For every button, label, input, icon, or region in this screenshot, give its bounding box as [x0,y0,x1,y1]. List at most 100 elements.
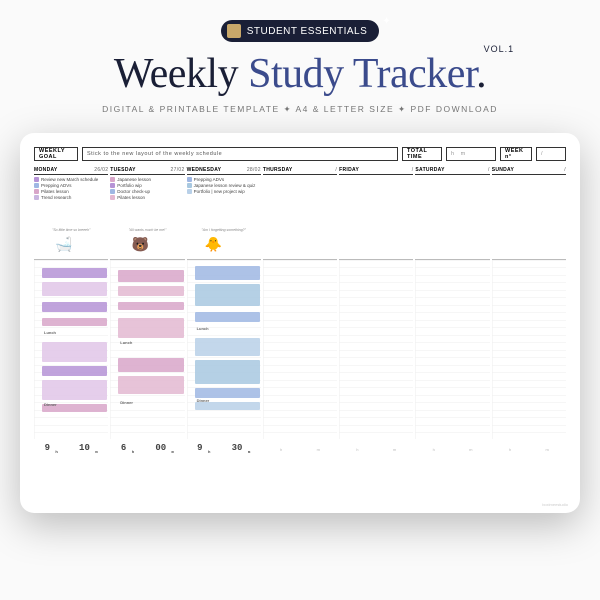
task-text: Portfolio wip [117,183,142,188]
time-block [195,388,260,398]
sticker-icon: 🐥 [202,232,226,256]
day-column: SUNDAY/hm [492,167,566,455]
quote-text: "All wants much be me!" [129,228,167,232]
week-number-label: WEEK n° [500,147,532,161]
meal-label: Lunch [44,330,56,335]
day-column: FRIDAY/hm [339,167,413,455]
student-essentials-badge: STUDENT ESSENTIALS ✦ [221,20,380,42]
task-checkbox [34,189,39,194]
meal-label: Lunch [120,340,132,345]
task-text: Pilates lesson [117,195,145,200]
title-weekly: Weekly [114,51,248,97]
time-grid: Lunch Dinner [34,259,108,439]
hours-total: 9 h [197,443,210,455]
sticker-area: "So little time so breeeh"🛁 [34,227,108,257]
minutes-total: 30 m [232,443,251,455]
task-checkbox [34,183,39,188]
task-list [415,177,489,227]
time-block [118,286,183,296]
day-header: FRIDAY/ [339,167,413,175]
task-item: Portfolio wip [110,183,184,188]
task-checkbox [110,189,115,194]
day-total: 9 h 10 m [34,443,108,455]
task-list [263,177,337,227]
day-total: hm [415,447,489,452]
minutes-total: 00 m [155,443,174,455]
task-checkbox [187,177,192,182]
total-time-label: TOTAL TIME [402,147,442,161]
task-checkbox [110,177,115,182]
total-time-value: h m [446,147,496,161]
quote-text: "So little time so breeeh" [52,228,90,232]
planner-sheet: WEEKLY GOAL Stick to the new layout of t… [20,133,580,513]
day-name: TUESDAY [110,167,136,173]
meal-label: Dinner [120,400,133,405]
task-checkbox [187,183,192,188]
day-date: / [564,167,566,173]
day-column: THURSDAY/hm [263,167,337,455]
time-block [42,380,107,400]
time-grid: Lunch Dinner [187,259,261,439]
day-column: TUESDAY27/02Japanese lessonPortfolio wip… [110,167,184,455]
backpack-icon [227,24,241,38]
task-text: Review new March schedule [41,177,98,182]
day-name: MONDAY [34,167,58,173]
time-block [118,318,183,338]
day-total: hm [339,447,413,452]
task-text: Japanese lesson review & quiz [194,183,256,188]
task-item: Portfolio | new project wip [187,189,261,194]
week-number-value: / [536,147,566,161]
time-grid [415,259,489,439]
day-column: SATURDAY / hm [415,167,489,455]
task-text: Trend research [41,195,71,200]
quote-text: "Am I forgetting something?" [202,228,246,232]
task-text: Prepping ADVs [194,177,225,182]
meal-label: Dinner [197,398,210,403]
task-list [339,177,413,227]
meal-label: Dinner [44,402,57,407]
task-list: Japanese lessonPortfolio wipDoctor check… [110,177,184,227]
task-item: Prepping ADVs [34,183,108,188]
time-block [42,302,107,312]
task-item: Prepping ADVs [187,177,261,182]
time-block [42,268,107,278]
sticker-icon: 🛁 [52,232,76,256]
title-dot: . [476,51,486,97]
time-block [195,312,260,322]
day-total: 9 h 30 m [187,443,261,455]
time-grid [339,259,413,439]
time-block [195,402,260,410]
task-item: Trend research [34,195,108,200]
hours-total: 6 h [121,443,134,455]
time-block [42,342,107,362]
day-column: MONDAY26/02 Review new March schedulePrep… [34,167,108,455]
time-block [42,282,107,296]
day-header: WEDNESDAY28/02 [187,167,261,175]
time-block [195,360,260,384]
time-block [195,266,260,280]
weekly-goal-label: WEEKLY GOAL [34,147,78,161]
day-header: MONDAY26/02 [34,167,108,175]
header-row: WEEKLY GOAL Stick to the new layout of t… [34,147,566,161]
day-date: 28/02 [247,167,261,173]
task-checkbox [34,177,39,182]
time-block [118,270,183,282]
day-name: SATURDAY [415,167,444,173]
task-item: Japanese lesson [110,177,184,182]
task-checkbox [34,195,39,200]
weekly-goal-value: Stick to the new layout of the weekly sc… [82,147,398,161]
day-date: / [488,167,490,173]
hours-total: 9 h [45,443,58,455]
minutes-total: 10 m [79,443,98,455]
task-item: Japanese lesson review & quiz [187,183,261,188]
task-text: Portfolio | new project wip [194,189,245,194]
badge-text: STUDENT ESSENTIALS [247,26,368,37]
day-total: hm [263,447,337,452]
meal-label: Lunch [197,326,209,331]
watermark: boximeestudio [542,502,568,507]
task-checkbox [110,195,115,200]
time-block [195,284,260,306]
time-block [42,366,107,376]
task-checkbox [110,183,115,188]
sticker-area: "Am I forgetting something?"🐥 [187,227,261,257]
